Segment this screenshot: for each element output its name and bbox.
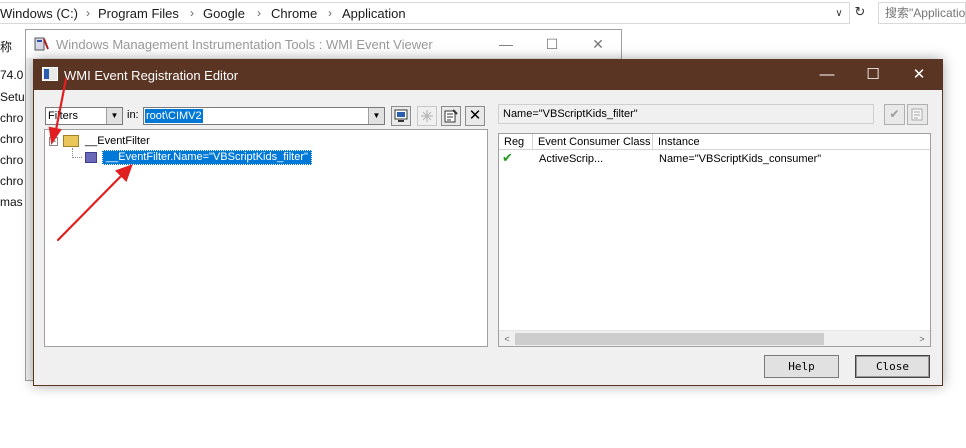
selected-path-field: Name="VBScriptKids_filter" [498,104,874,124]
breadcrumb-separator-icon: › [257,6,261,20]
browse-namespace-button[interactable] [391,106,411,126]
scrollbar-thumb[interactable] [515,333,824,345]
search-field[interactable] [878,2,966,24]
breadcrumb-item[interactable]: Chrome [271,6,317,21]
breadcrumb-separator-icon: › [328,6,332,20]
maximize-button[interactable]: ☐ [850,60,896,90]
breadcrumb-separator-icon: › [86,6,90,20]
minimize-button[interactable]: — [483,30,529,58]
chevron-down-icon[interactable]: ∨ [832,8,846,22]
explorer-address-bar: Windows (C:) › Program Files › Google › … [0,0,966,30]
close-button[interactable]: ✕ [896,60,942,90]
column-header-reg[interactable]: Reg [499,134,533,150]
filter-tree[interactable]: − __EventFilter __EventFilter.Name="VBSc… [44,129,488,347]
checkmark-icon: ✔ [889,107,900,121]
breadcrumb-item[interactable]: Program Files [98,6,179,21]
close-dialog-button[interactable]: Close [855,355,930,378]
column-header-instance[interactable]: Instance [653,134,930,150]
tree-root-node[interactable]: __EventFilter [85,135,150,147]
grid-header: Reg Event Consumer Class Instance [499,134,930,150]
tree-connector [72,157,82,158]
breadcrumb-item[interactable]: Google [203,6,245,21]
folder-icon [63,135,79,147]
tree-child-node[interactable]: __EventFilter.Name="VBScriptKids_filter" [102,150,312,165]
chevron-down-icon[interactable]: ▼ [106,108,122,124]
chevron-down-icon[interactable]: ▼ [368,108,384,124]
properties-button[interactable] [441,106,461,126]
editor-titlebar[interactable]: WMI Event Registration Editor — ☐ ✕ [34,60,942,90]
delete-button[interactable]: ✕ [465,106,485,126]
scroll-left-icon[interactable]: < [500,332,514,346]
consumer-grid[interactable]: Reg Event Consumer Class Instance ✔ Acti… [498,133,931,347]
filter-type-value: Filters [48,110,78,122]
filter-type-select[interactable]: Filters ▼ [45,107,123,125]
namespace-value: root\CIMV2 [145,109,203,123]
event-viewer-titlebar[interactable]: Windows Management Instrumentation Tools… [26,30,621,58]
properties-icon [911,108,922,121]
consumer-class-cell: ActiveScrip... [539,153,604,165]
properties-icon [444,109,458,123]
instance-icon [85,152,97,163]
new-sparkle-icon [421,110,433,122]
refresh-icon[interactable]: ↻ [852,4,868,20]
registered-check-icon: ✔ [502,150,513,165]
breadcrumb-separator-icon: › [190,6,194,20]
register-button[interactable]: ✔ [884,104,905,125]
search-input[interactable] [879,3,965,23]
window-icon [42,67,58,81]
delete-x-icon: ✕ [468,107,482,124]
consumer-properties-button[interactable] [907,104,928,125]
minimize-button[interactable]: — [804,60,850,90]
help-button[interactable]: Help [764,355,839,378]
instance-cell: Name="VBScriptKids_consumer" [659,153,822,165]
maximize-button[interactable]: ☐ [529,30,575,58]
namespace-combo[interactable]: root\CIMV2 ▼ [143,107,385,125]
namespace-label: in: [127,109,139,121]
column-header-consumer-class[interactable]: Event Consumer Class [533,134,653,150]
close-button[interactable]: ✕ [575,30,621,58]
breadcrumb[interactable]: Windows (C:) › Program Files › Google › … [0,2,850,24]
event-viewer-title: Windows Management Instrumentation Tools… [56,37,433,52]
breadcrumb-item[interactable]: Application [342,6,406,21]
editor-title: WMI Event Registration Editor [64,68,239,83]
computer-icon [394,109,408,122]
event-registration-editor: WMI Event Registration Editor — ☐ ✕ Filt… [33,59,943,386]
breadcrumb-item[interactable]: Windows (C:) [0,6,78,21]
new-instance-button[interactable] [417,106,437,126]
scroll-right-icon[interactable]: > [915,332,929,346]
horizontal-scrollbar[interactable]: < > [499,330,930,346]
wmi-tools-icon [34,37,49,51]
tree-expander-icon[interactable]: − [49,137,58,146]
selected-path-text: Name="VBScriptKids_filter" [503,108,638,120]
